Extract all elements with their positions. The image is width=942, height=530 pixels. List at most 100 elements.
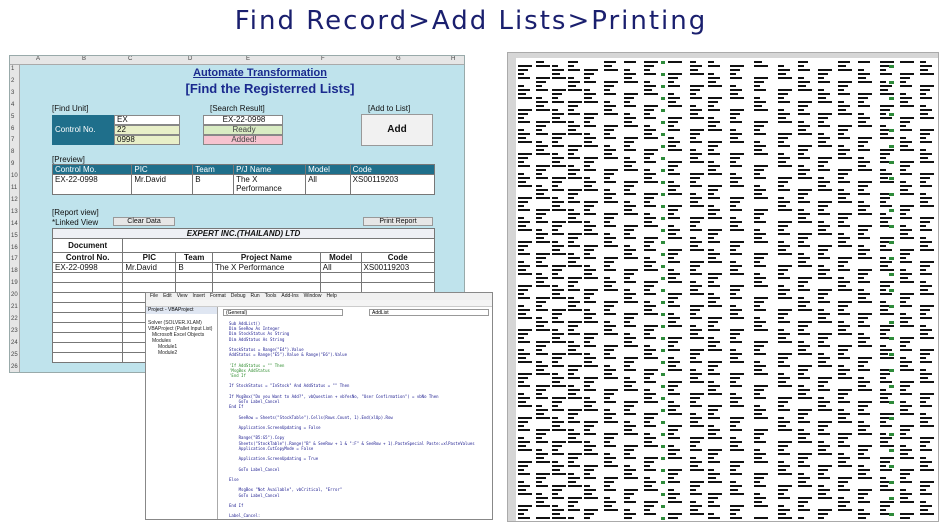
stock-cell-text: [604, 393, 614, 395]
stock-cell-text: [584, 121, 590, 123]
stock-cell-text: [604, 193, 616, 195]
stock-cell-text: [604, 269, 616, 271]
stock-status-mark: [661, 337, 665, 340]
stock-cell-text: [818, 181, 830, 183]
stock-cell-text: [920, 349, 934, 351]
tree-item[interactable]: Module2: [146, 350, 217, 356]
vba-menu-item[interactable]: Insert: [192, 293, 205, 299]
stock-cell-text: [858, 457, 870, 459]
stock-cell-text: [624, 409, 630, 411]
stock-cell-text: [730, 85, 736, 87]
stock-cell-text: [900, 317, 912, 319]
stock-cell-text: [690, 181, 696, 183]
stock-cell-text: [624, 357, 638, 359]
stock-cell-text: [900, 365, 908, 367]
stock-cell-text: [798, 309, 812, 311]
stock-cell-text: [536, 253, 550, 255]
stock-cell-text: [798, 393, 806, 395]
stock-status-mark: [661, 397, 665, 400]
add-button[interactable]: Add: [361, 114, 433, 146]
object-combo[interactable]: (General): [223, 309, 343, 316]
stock-status-mark: [889, 353, 894, 356]
stock-cell-text: [668, 365, 676, 367]
stock-cell-text: [778, 101, 790, 103]
stock-cell-text: [536, 237, 544, 239]
vba-menu-item[interactable]: Window: [304, 293, 322, 299]
procedure-combo[interactable]: AddList: [369, 309, 489, 316]
stock-cell-text: [690, 65, 702, 67]
stock-cell-text: [552, 509, 564, 511]
print-report-button[interactable]: Print Report: [363, 217, 433, 226]
stock-cell-text: [604, 125, 618, 127]
find-year-input[interactable]: 22: [114, 125, 180, 135]
stock-cell-text: [518, 245, 528, 247]
stock-cell-text: [818, 253, 824, 255]
code-window[interactable]: (General) AddList Sub AddList() Dim SeeRo…: [219, 307, 492, 519]
stock-cell-text: [838, 313, 850, 315]
stock-cell-text: [708, 257, 716, 259]
find-prefix-input[interactable]: EX: [114, 115, 180, 125]
vba-menu-item[interactable]: Debug: [231, 293, 246, 299]
stock-cell-text: [708, 429, 720, 431]
stock-cell-text: [568, 109, 574, 111]
vba-menu-item[interactable]: Help: [326, 293, 336, 299]
stock-cell-text: [584, 485, 590, 487]
vba-menu-item[interactable]: Format: [210, 293, 226, 299]
stock-cell-text: [754, 305, 760, 307]
report-header: Code: [360, 252, 436, 263]
vba-menu-item[interactable]: Tools: [265, 293, 277, 299]
stock-cell-text: [754, 477, 764, 479]
report-cell: All: [319, 262, 362, 273]
vba-menu-item[interactable]: File: [150, 293, 158, 299]
stock-cell-text: [798, 321, 812, 323]
stock-cell-text: [644, 389, 650, 391]
stock-cell-text: [668, 497, 676, 499]
stock-cell-text: [624, 401, 638, 403]
stock-status-mark: [661, 349, 665, 352]
stock-cell-text: [708, 501, 714, 503]
stock-cell-text: [690, 85, 704, 87]
stock-cell-text: [668, 341, 678, 343]
stock-cell-text: [584, 161, 594, 163]
stock-cell-text: [644, 381, 656, 383]
stock-cell-text: [920, 449, 932, 451]
stock-cell-text: [858, 517, 866, 519]
stock-cell-text: [798, 301, 810, 303]
stock-cell-text: [624, 301, 638, 303]
vba-menu-item[interactable]: Add-Ins: [281, 293, 298, 299]
stock-cell-text: [920, 245, 928, 247]
stock-status-mark: [889, 65, 894, 68]
stock-cell-text: [568, 189, 582, 191]
stock-cell-text: [858, 81, 872, 83]
clear-data-button[interactable]: Clear Data: [113, 217, 175, 226]
stock-cell-text: [644, 509, 650, 511]
vba-menu-item[interactable]: Run: [251, 293, 260, 299]
stock-cell-text: [690, 89, 700, 91]
stock-cell-text: [536, 221, 548, 223]
vba-menu-item[interactable]: Edit: [163, 293, 172, 299]
stock-cell-text: [798, 485, 812, 487]
stock-cell-text: [690, 397, 700, 399]
stock-cell-text: [624, 465, 630, 467]
stock-cell-text: [858, 381, 870, 383]
vba-menu-item[interactable]: View: [177, 293, 188, 299]
stock-cell-text: [584, 125, 596, 127]
stock-cell-text: [778, 473, 792, 475]
stock-cell-text: [754, 493, 760, 495]
stock-cell-text: [604, 157, 618, 159]
stock-cell-text: [624, 189, 630, 191]
stock-cell-text: [518, 489, 526, 491]
stock-cell-text: [880, 133, 888, 135]
stock-cell-text: [536, 505, 550, 507]
report-header: Model: [319, 252, 362, 263]
stock-status-mark: [889, 257, 894, 260]
stock-cell-text: [818, 449, 826, 451]
stock-cell-text: [798, 129, 806, 131]
stock-cell-text: [708, 437, 722, 439]
stock-cell-text: [568, 309, 582, 311]
stock-cell-text: [568, 277, 582, 279]
stock-cell-text: [518, 337, 524, 339]
stock-cell-text: [584, 405, 592, 407]
find-number-input[interactable]: 0998: [114, 135, 180, 145]
stock-cell-text: [604, 245, 618, 247]
